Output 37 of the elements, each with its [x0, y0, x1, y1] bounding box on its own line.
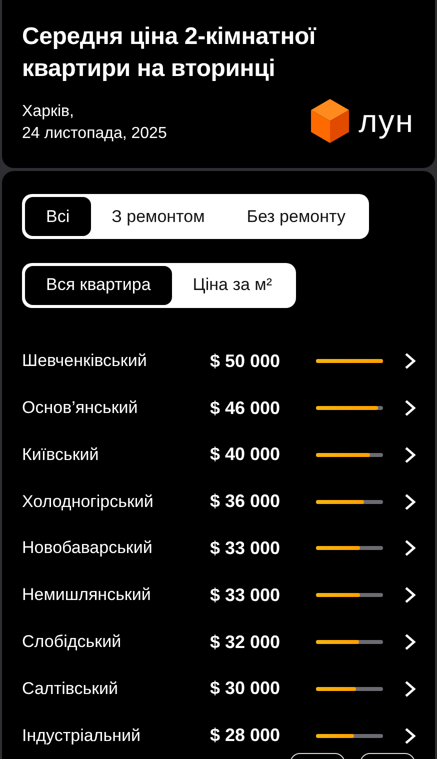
- district-name: Новобаварський: [22, 538, 154, 558]
- filter-tab[interactable]: Ціна за м²: [172, 266, 294, 305]
- logo-text: лун: [358, 103, 414, 139]
- filter-tab[interactable]: Без ремонту: [226, 197, 366, 236]
- filter-tab[interactable]: Вся квартира: [25, 266, 172, 305]
- price-value: $ 46 000: [210, 398, 282, 419]
- district-name: Індустріальний: [22, 726, 142, 746]
- price-value: $ 32 000: [210, 632, 282, 653]
- district-name: Немишлянський: [22, 585, 152, 606]
- chevron-right-icon[interactable]: [404, 633, 416, 652]
- chevron-right-icon[interactable]: [404, 726, 416, 745]
- filter-tab[interactable]: З ремонтом: [90, 197, 226, 236]
- page-title: Середня ціна 2-кімнатної квартири на вторинці: [22, 22, 318, 84]
- district-name: Холодногірський: [22, 492, 154, 512]
- district-name: Шевченківський: [22, 351, 148, 372]
- chevron-right-icon[interactable]: [404, 446, 416, 464]
- price-value: $ 30 000: [210, 678, 282, 700]
- price-value: $ 28 000: [210, 725, 282, 746]
- district-name: Київський: [22, 444, 100, 465]
- city-label: Харків,: [22, 102, 75, 122]
- price-value: $ 33 000: [210, 538, 282, 559]
- price-value: $ 40 000: [210, 444, 282, 466]
- chevron-right-icon[interactable]: [404, 352, 416, 370]
- chevron-right-icon[interactable]: [404, 680, 416, 698]
- cube-logo-icon: [310, 99, 349, 143]
- date-label: 24 листопада, 2025: [22, 124, 167, 144]
- district-name: Салтівський: [22, 678, 120, 699]
- price-value: $ 36 000: [210, 491, 282, 512]
- chevron-right-icon[interactable]: [404, 539, 416, 558]
- price-value: $ 33 000: [210, 584, 282, 606]
- price-value: $ 50 000: [210, 350, 282, 372]
- district-name: Слобідський: [22, 632, 122, 652]
- chevron-right-icon[interactable]: [404, 492, 416, 511]
- chevron-right-icon[interactable]: [404, 586, 416, 604]
- filter-tab[interactable]: Всі: [25, 197, 91, 236]
- district-name: Основ’янський: [22, 398, 139, 418]
- chevron-right-icon[interactable]: [404, 399, 416, 418]
